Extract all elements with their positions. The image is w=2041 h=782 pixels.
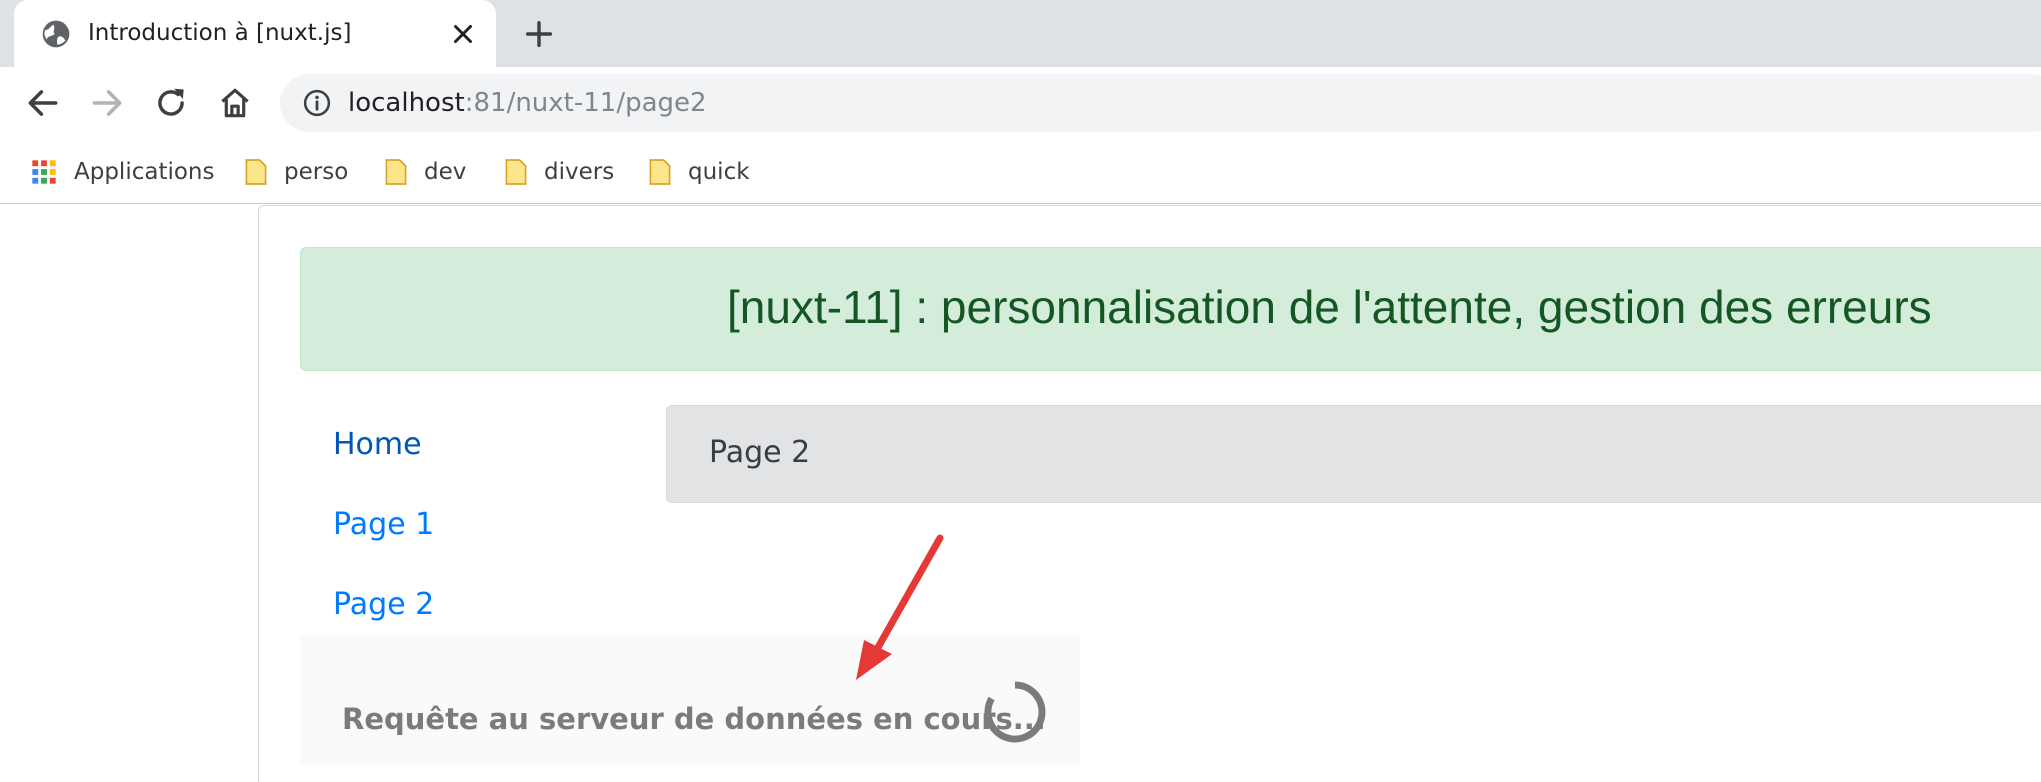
bookmark-applications[interactable]: Applications [30,154,215,190]
page-title: [nuxt-11] : personnalisation de l'attent… [727,281,1932,333]
bookmark-label: perso [284,159,349,185]
apps-grid-icon [32,160,56,184]
loading-message: Requête au serveur de données en cours..… [342,702,1046,736]
folder-icon [245,159,267,185]
bookmark-label: divers [544,159,615,185]
tab-title: Introduction à [nuxt.js] [88,20,352,46]
bookmark-quick[interactable]: quick [648,154,750,190]
bookmark-label: Applications [74,159,215,185]
bookmarks-bar: Applications perso dev divers quick [0,140,2041,204]
reload-icon[interactable] [152,84,190,122]
url-path: :81/nuxt-11/page2 [464,88,707,118]
spinner-icon [984,681,1046,743]
url-host: localhost [348,88,465,118]
annotation-arrow-icon [856,534,944,680]
menu-link-page1[interactable]: Page 1 [333,505,434,545]
folder-icon [649,159,671,185]
folder-icon [385,159,407,185]
menu-link-page2[interactable]: Page 2 [333,585,434,625]
plus-icon[interactable] [522,17,556,51]
current-page-label: Page 2 [709,435,811,470]
page-viewport: [nuxt-11] : personnalisation de l'attent… [0,205,2041,782]
bookmark-divers[interactable]: divers [504,154,614,190]
info-icon[interactable] [302,88,332,118]
tab-strip: Introduction à [nuxt.js] [0,0,2041,67]
address-url[interactable]: localhost:81/nuxt-11/page2 [348,84,707,122]
menu-link-home[interactable]: Home [333,425,422,465]
bookmark-perso[interactable]: perso [244,154,348,190]
globe-icon [42,20,70,48]
home-icon[interactable] [216,84,254,122]
close-icon[interactable] [448,19,478,49]
arrow-left-icon[interactable] [24,84,62,122]
header-banner: [nuxt-11] : personnalisation de l'attent… [300,247,2041,371]
browser-tab[interactable]: Introduction à [nuxt.js] [14,0,496,67]
bookmark-label: quick [688,159,750,185]
page-content-panel: Page 2 [666,405,2041,503]
browser-toolbar: localhost:81/nuxt-11/page2 [0,67,2041,140]
folder-icon [505,159,527,185]
loading-indicator: Requête au serveur de données en cours..… [300,635,1080,765]
bookmark-dev[interactable]: dev [384,154,466,190]
arrow-right-icon[interactable] [88,84,126,122]
bookmark-label: dev [424,159,467,185]
address-bar[interactable]: localhost:81/nuxt-11/page2 [280,74,2041,132]
